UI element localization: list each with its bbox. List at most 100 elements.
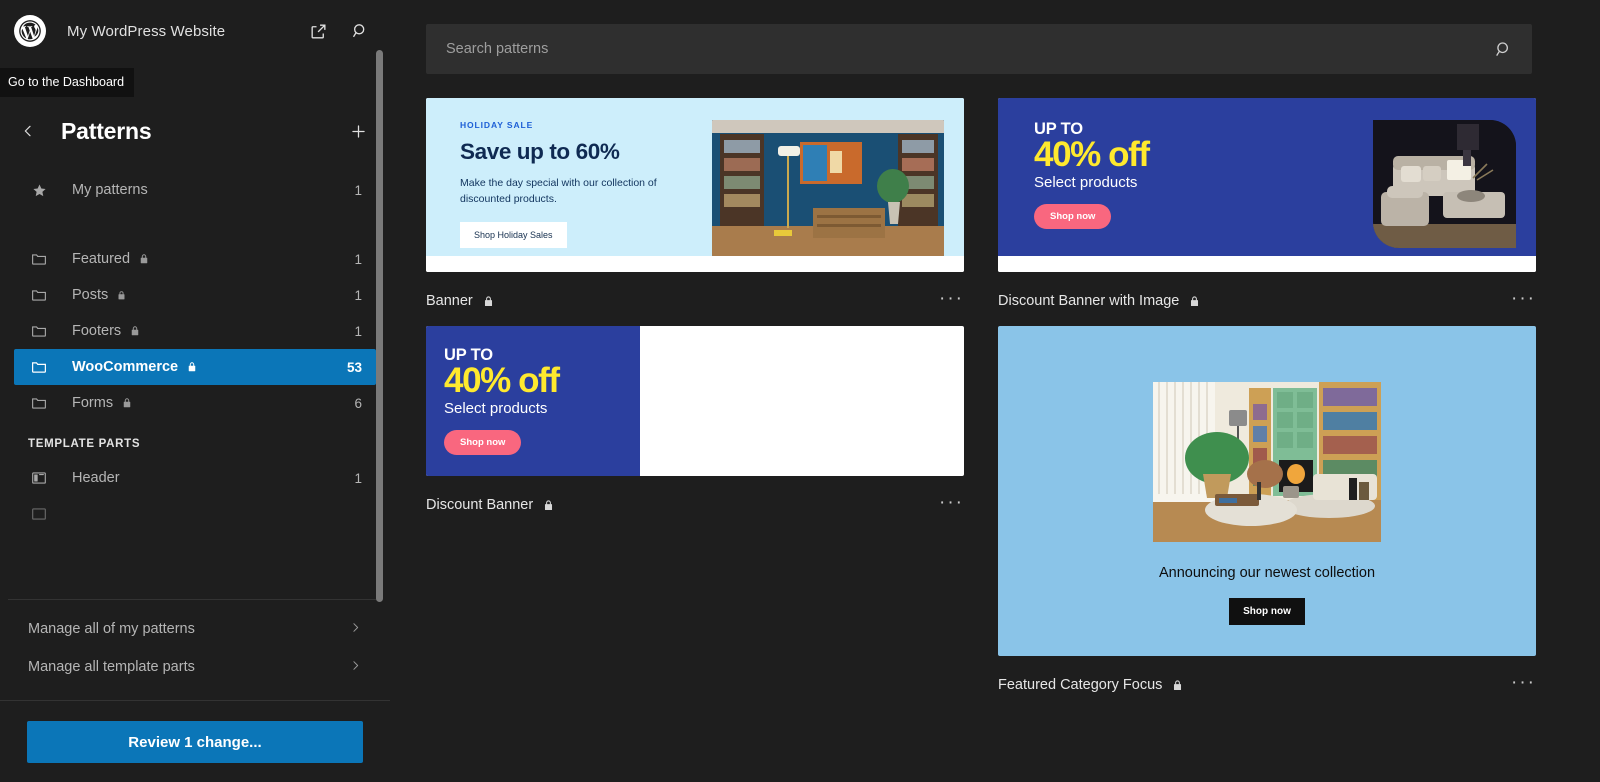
banner-text-column: UP TO 40% off Select products Shop now bbox=[1034, 120, 1264, 238]
patterns-grid: HOLIDAY SALE Save up to 60% Make the day… bbox=[426, 98, 1536, 710]
pattern-card-footer: Banner ··· bbox=[426, 272, 964, 326]
lock-icon bbox=[1171, 679, 1184, 692]
sofa-room-image bbox=[1373, 120, 1516, 248]
search-icon[interactable] bbox=[1493, 39, 1514, 60]
banner-percent: 40% off bbox=[444, 361, 560, 400]
lock-icon bbox=[116, 290, 127, 301]
living-room-image bbox=[1153, 382, 1381, 542]
pattern-title: Discount Banner with Image bbox=[998, 293, 1180, 309]
pattern-preview[interactable]: Announcing our newest collection Shop no… bbox=[998, 326, 1536, 656]
sidebar-item-forms[interactable]: Forms 6 bbox=[14, 385, 376, 421]
panel-header: Patterns bbox=[0, 104, 390, 158]
ellipsis-icon[interactable]: ··· bbox=[1511, 289, 1536, 314]
sidebar-item-footers[interactable]: Footers 1 bbox=[14, 313, 376, 349]
lock-icon bbox=[186, 361, 198, 373]
pattern-card-discount-banner[interactable]: UP TO 40% off Select products Shop now D… bbox=[426, 326, 964, 710]
sidebar-item-count: 1 bbox=[354, 251, 362, 267]
sidebar-item-label: WooCommerce bbox=[72, 359, 179, 375]
discount-banner-with-image: UP TO 40% off Select products Shop now bbox=[998, 98, 1536, 256]
dashboard-tooltip: Go to the Dashboard bbox=[0, 68, 135, 97]
sidebar-item-my-patterns[interactable]: My patterns 1 bbox=[14, 172, 376, 208]
ellipsis-icon[interactable]: ··· bbox=[939, 493, 964, 518]
wordpress-logo-icon[interactable] bbox=[14, 15, 46, 47]
sidebar-item-label: Posts bbox=[72, 287, 109, 303]
shop-now-button[interactable]: Shop now bbox=[1229, 598, 1305, 625]
save-bar: Review 1 change... bbox=[0, 700, 390, 782]
ellipsis-icon[interactable]: ··· bbox=[939, 289, 964, 314]
manage-all-template-parts-link[interactable]: Manage all template parts bbox=[14, 648, 376, 686]
search-input[interactable] bbox=[446, 41, 1493, 57]
sidebar-scrollbar[interactable] bbox=[376, 50, 383, 602]
page-title: Patterns bbox=[61, 117, 152, 144]
ellipsis-icon[interactable]: ··· bbox=[1511, 673, 1536, 698]
chevron-left-icon[interactable] bbox=[14, 117, 42, 145]
pattern-preview[interactable]: HOLIDAY SALE Save up to 60% Make the day… bbox=[426, 98, 964, 272]
shop-now-button[interactable]: Shop now bbox=[444, 429, 522, 455]
external-link-icon[interactable] bbox=[306, 19, 330, 43]
search-icon[interactable] bbox=[348, 19, 372, 43]
shop-holiday-sales-button[interactable]: Shop Holiday Sales bbox=[460, 221, 567, 248]
plus-icon[interactable] bbox=[344, 117, 372, 145]
banner-bottom-strip bbox=[998, 256, 1536, 272]
header-actions bbox=[306, 19, 372, 43]
chevron-right-icon bbox=[349, 621, 362, 637]
shop-now-button[interactable]: Shop now bbox=[1034, 203, 1112, 229]
sidebar-item-posts[interactable]: Posts 1 bbox=[14, 277, 376, 313]
folder-icon bbox=[28, 392, 50, 414]
sidebar: My WordPress Website Go to the Dashboard bbox=[0, 0, 390, 782]
sidebar-item-woocommerce[interactable]: WooCommerce 53 bbox=[14, 349, 376, 385]
banner-headline: Save up to 60% bbox=[460, 139, 620, 164]
pattern-title: Discount Banner bbox=[426, 497, 534, 513]
pattern-card-discount-banner-with-image[interactable]: UP TO 40% off Select products Shop now D… bbox=[998, 98, 1536, 326]
sidebar-footer-links: Manage all of my patterns Manage all tem… bbox=[0, 600, 390, 700]
sidebar-item-partial[interactable] bbox=[14, 496, 376, 532]
lock-icon bbox=[129, 325, 141, 337]
lock-icon bbox=[482, 295, 495, 308]
scrollbar-thumb[interactable] bbox=[376, 50, 383, 602]
footer-link-label: Manage all of my patterns bbox=[28, 621, 195, 637]
sidebar-item-header[interactable]: Header 1 bbox=[14, 460, 376, 496]
template-part-icon bbox=[28, 503, 50, 525]
sidebar-nav: My patterns 1 Featured 1 Posts 1 Footers… bbox=[0, 158, 390, 591]
pattern-title: Banner bbox=[426, 293, 473, 309]
sidebar-item-count: 1 bbox=[354, 323, 362, 339]
manage-all-my-patterns-link[interactable]: Manage all of my patterns bbox=[14, 610, 376, 648]
banner-select-products: Select products bbox=[1034, 173, 1138, 191]
site-header: My WordPress Website bbox=[0, 0, 390, 62]
sidebar-item-featured[interactable]: Featured 1 bbox=[14, 241, 376, 277]
sidebar-item-count: 1 bbox=[354, 287, 362, 303]
sidebar-item-label: My patterns bbox=[72, 182, 148, 198]
pattern-card-footer: Featured Category Focus ··· bbox=[998, 656, 1536, 710]
sidebar-item-label: Footers bbox=[72, 323, 122, 339]
folder-icon bbox=[28, 284, 50, 306]
pattern-preview[interactable]: UP TO 40% off Select products Shop now bbox=[998, 98, 1536, 272]
banner-select-products: Select products bbox=[444, 399, 548, 417]
review-changes-button[interactable]: Review 1 change... bbox=[27, 721, 363, 763]
banner-bottom-strip bbox=[426, 256, 964, 272]
patterns-manager: My WordPress Website Go to the Dashboard bbox=[0, 0, 1600, 782]
sidebar-item-count: 1 bbox=[354, 182, 362, 198]
folder-icon bbox=[28, 356, 50, 378]
pattern-card-featured-category-focus[interactable]: Announcing our newest collection Shop no… bbox=[998, 326, 1536, 710]
pattern-card-banner[interactable]: HOLIDAY SALE Save up to 60% Make the day… bbox=[426, 98, 964, 326]
lock-icon bbox=[542, 499, 555, 512]
pattern-preview[interactable]: UP TO 40% off Select products Shop now bbox=[426, 326, 964, 476]
banner-subtext: Make the day special with our collection… bbox=[460, 177, 657, 206]
folder-icon bbox=[28, 320, 50, 342]
lock-icon bbox=[138, 253, 150, 265]
folder-icon bbox=[28, 248, 50, 270]
holiday-sale-banner: HOLIDAY SALE Save up to 60% Make the day… bbox=[426, 98, 964, 256]
banner-text-column: HOLIDAY SALE Save up to 60% Make the day… bbox=[460, 120, 710, 248]
sidebar-item-count: 53 bbox=[346, 359, 362, 375]
discount-banner: UP TO 40% off Select products Shop now bbox=[426, 326, 964, 476]
sidebar-item-label: Header bbox=[72, 470, 120, 486]
lock-icon bbox=[121, 397, 133, 409]
interior-room-image bbox=[712, 120, 944, 256]
search-bar[interactable] bbox=[426, 24, 1532, 74]
featured-caption: Announcing our newest collection bbox=[1158, 565, 1376, 581]
pattern-title: Featured Category Focus bbox=[998, 677, 1163, 693]
pattern-card-footer: Discount Banner with Image ··· bbox=[998, 272, 1536, 326]
sidebar-item-label: Featured bbox=[72, 251, 131, 267]
footer-link-label: Manage all template parts bbox=[28, 659, 195, 675]
